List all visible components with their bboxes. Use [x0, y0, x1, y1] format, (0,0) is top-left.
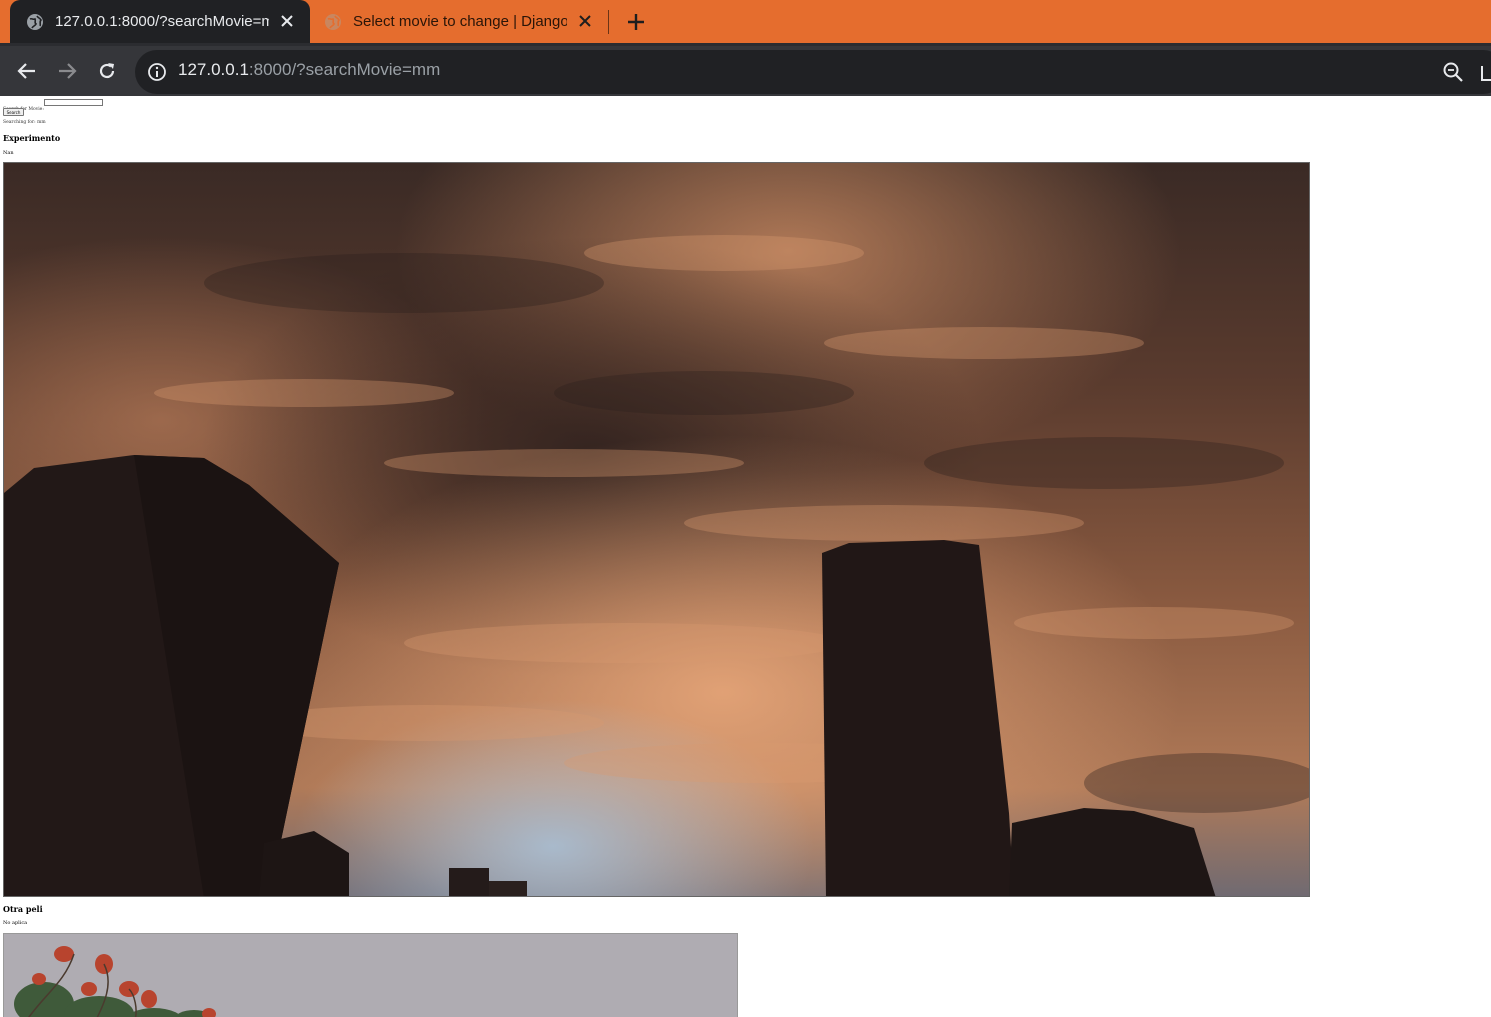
close-tab-icon[interactable]: [278, 12, 296, 30]
page-content: Search for Movie: Search Searching for: …: [0, 96, 1491, 1017]
browser-tab-strip: 127.0.0.1:8000/?searchMovie=mm Select mo…: [0, 0, 1491, 43]
arrow-right-icon: [59, 63, 77, 79]
extension-icon[interactable]: [1480, 64, 1491, 82]
browser-toolbar: 127.0.0.1:8000/?searchMovie=mm: [0, 43, 1491, 96]
forward-button[interactable]: [53, 57, 81, 85]
tab-title: Select movie to change | Django site adm…: [353, 13, 567, 30]
url-path: :8000/?searchMovie=mm: [248, 60, 441, 79]
reload-button[interactable]: [93, 57, 121, 85]
tab-separator: [608, 10, 609, 34]
tab-django-admin[interactable]: Select movie to change | Django site adm…: [312, 0, 608, 43]
zoom-icon[interactable]: [1442, 61, 1464, 83]
tab-title: 127.0.0.1:8000/?searchMovie=mm: [55, 13, 269, 30]
plus-icon: [627, 13, 644, 30]
close-tab-icon[interactable]: [576, 12, 594, 30]
back-button[interactable]: [13, 57, 41, 85]
info-icon[interactable]: [147, 62, 167, 82]
search-form: Search for Movie: Search: [3, 99, 103, 118]
arrow-left-icon: [17, 63, 35, 79]
new-tab-button[interactable]: [622, 8, 649, 35]
url-text[interactable]: 127.0.0.1:8000/?searchMovie=mm: [178, 60, 440, 80]
sunset-sky-photo: [4, 163, 1309, 896]
tree-flowers-photo: [4, 934, 737, 1017]
reload-icon: [99, 63, 115, 79]
movie-title: Otra peli: [3, 904, 43, 914]
search-button[interactable]: Search: [3, 108, 24, 116]
movie-description: No aplica: [3, 920, 28, 926]
movie-description: Nan: [3, 150, 14, 156]
tab-search-results[interactable]: 127.0.0.1:8000/?searchMovie=mm: [10, 0, 310, 43]
movie-image: [3, 162, 1310, 897]
search-input[interactable]: [44, 99, 103, 106]
globe-icon: [27, 13, 43, 30]
movie-image: [3, 933, 738, 1017]
globe-icon: [325, 13, 341, 30]
searching-for-text: Searching for: mm: [3, 120, 46, 125]
movie-title: Experimento: [3, 133, 61, 143]
url-host: 127.0.0.1: [178, 60, 249, 79]
address-bar[interactable]: 127.0.0.1:8000/?searchMovie=mm: [135, 50, 1491, 94]
